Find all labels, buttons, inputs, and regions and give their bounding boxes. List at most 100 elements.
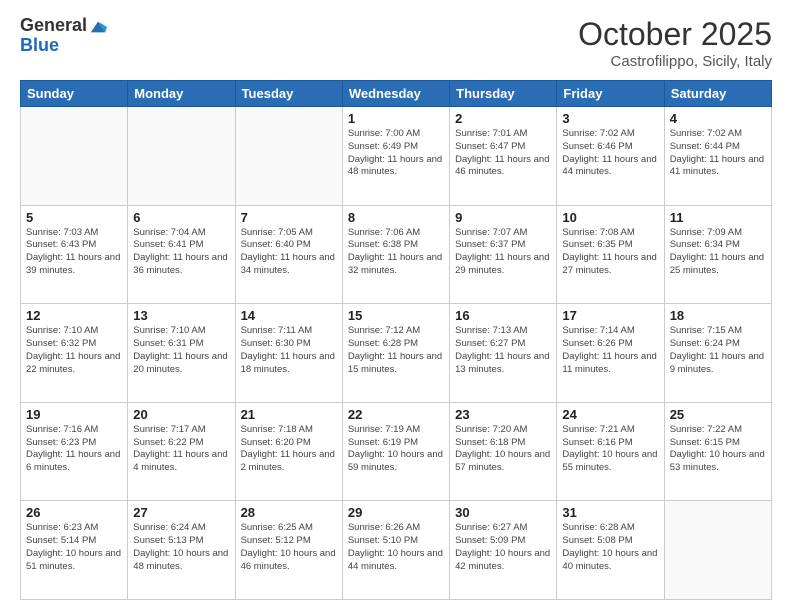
calendar-cell: 21Sunrise: 7:18 AM Sunset: 6:20 PM Dayli… [235, 402, 342, 501]
day-number: 8 [348, 210, 444, 225]
day-info: Sunrise: 7:06 AM Sunset: 6:38 PM Dayligh… [348, 227, 444, 278]
calendar-cell: 4Sunrise: 7:02 AM Sunset: 6:44 PM Daylig… [664, 107, 771, 206]
day-number: 14 [241, 308, 337, 323]
logo-general: General [20, 16, 87, 36]
day-info: Sunrise: 7:10 AM Sunset: 6:32 PM Dayligh… [26, 325, 122, 376]
location: Castrofilippo, Sicily, Italy [578, 53, 772, 70]
day-number: 16 [455, 308, 551, 323]
calendar-cell: 31 Sunrise: 6:28 AM Sunset: 5:08 PM Dayli… [557, 501, 664, 600]
day-number: 22 [348, 407, 444, 422]
calendar-cell: 27Sunrise: 6:24 AM Sunset: 5:13 PM Dayli… [128, 501, 235, 600]
calendar-header-row: SundayMondayTuesdayWednesdayThursdayFrid… [21, 81, 772, 107]
calendar-cell [235, 107, 342, 206]
calendar: SundayMondayTuesdayWednesdayThursdayFrid… [20, 80, 772, 600]
day-info: Sunrise: 6:25 AM Sunset: 5:12 PM Dayligh… [241, 522, 337, 573]
calendar-cell: 1 Sunrise: 7:00 AM Sunset: 6:49 PM Daylig… [342, 107, 449, 206]
calendar-cell: 5Sunrise: 7:03 AM Sunset: 6:43 PM Daylig… [21, 205, 128, 304]
calendar-week-row: 12 Sunrise: 7:10 AM Sunset: 6:32 PM Dayli… [21, 304, 772, 403]
day-info: Sunrise: 7:10 AM Sunset: 6:31 PM Dayligh… [133, 325, 229, 376]
day-number: 4 [670, 111, 766, 126]
day-number: 2 [455, 111, 551, 126]
day-info: Sunrise: 7:12 AM Sunset: 6:28 PM Dayligh… [348, 325, 444, 376]
calendar-cell [21, 107, 128, 206]
calendar-cell: 14 Sunrise: 7:11 AM Sunset: 6:30 PM Dayli… [235, 304, 342, 403]
day-number: 31 [562, 505, 658, 520]
day-number: 24 [562, 407, 658, 422]
day-info: Sunrise: 6:28 AM Sunset: 5:08 PM Dayligh… [562, 522, 658, 573]
day-info: Sunrise: 7:15 AM Sunset: 6:24 PM Dayligh… [670, 325, 766, 376]
day-number: 7 [241, 210, 337, 225]
day-info: Sunrise: 7:14 AM Sunset: 6:26 PM Dayligh… [562, 325, 658, 376]
calendar-week-row: 26 Sunrise: 6:23 AM Sunset: 5:14 PM Dayli… [21, 501, 772, 600]
day-number: 5 [26, 210, 122, 225]
day-number: 28 [241, 505, 337, 520]
day-number: 1 [348, 111, 444, 126]
calendar-cell: 22 Sunrise: 7:19 AM Sunset: 6:19 PM Dayli… [342, 402, 449, 501]
month-title: October 2025 [578, 16, 772, 53]
day-info: Sunrise: 7:04 AM Sunset: 6:41 PM Dayligh… [133, 227, 229, 278]
calendar-cell: 29 Sunrise: 6:26 AM Sunset: 5:10 PM Dayli… [342, 501, 449, 600]
day-number: 20 [133, 407, 229, 422]
header: General Blue October 2025 Castrofilippo,… [20, 16, 772, 70]
day-number: 11 [670, 210, 766, 225]
calendar-header-thursday: Thursday [450, 81, 557, 107]
logo: General Blue [20, 16, 107, 56]
calendar-header-wednesday: Wednesday [342, 81, 449, 107]
day-info: Sunrise: 7:16 AM Sunset: 6:23 PM Dayligh… [26, 424, 122, 475]
day-info: Sunrise: 7:17 AM Sunset: 6:22 PM Dayligh… [133, 424, 229, 475]
day-info: Sunrise: 7:07 AM Sunset: 6:37 PM Dayligh… [455, 227, 551, 278]
calendar-cell: 15 Sunrise: 7:12 AM Sunset: 6:28 PM Dayli… [342, 304, 449, 403]
calendar-cell: 28 Sunrise: 6:25 AM Sunset: 5:12 PM Dayli… [235, 501, 342, 600]
day-number: 12 [26, 308, 122, 323]
calendar-week-row: 19 Sunrise: 7:16 AM Sunset: 6:23 PM Dayli… [21, 402, 772, 501]
calendar-header-sunday: Sunday [21, 81, 128, 107]
calendar-cell: 3Sunrise: 7:02 AM Sunset: 6:46 PM Daylig… [557, 107, 664, 206]
calendar-cell: 24 Sunrise: 7:21 AM Sunset: 6:16 PM Dayli… [557, 402, 664, 501]
calendar-cell: 8 Sunrise: 7:06 AM Sunset: 6:38 PM Daylig… [342, 205, 449, 304]
day-number: 26 [26, 505, 122, 520]
calendar-cell [128, 107, 235, 206]
calendar-body: 1 Sunrise: 7:00 AM Sunset: 6:49 PM Daylig… [21, 107, 772, 600]
calendar-cell: 12 Sunrise: 7:10 AM Sunset: 6:32 PM Dayli… [21, 304, 128, 403]
day-info: Sunrise: 7:00 AM Sunset: 6:49 PM Dayligh… [348, 128, 444, 179]
calendar-cell: 30 Sunrise: 6:27 AM Sunset: 5:09 PM Dayli… [450, 501, 557, 600]
calendar-cell: 10Sunrise: 7:08 AM Sunset: 6:35 PM Dayli… [557, 205, 664, 304]
calendar-header-saturday: Saturday [664, 81, 771, 107]
title-area: October 2025 Castrofilippo, Sicily, Ital… [578, 16, 772, 70]
day-number: 21 [241, 407, 337, 422]
calendar-header-monday: Monday [128, 81, 235, 107]
calendar-cell: 9Sunrise: 7:07 AM Sunset: 6:37 PM Daylig… [450, 205, 557, 304]
calendar-cell: 11 Sunrise: 7:09 AM Sunset: 6:34 PM Dayli… [664, 205, 771, 304]
calendar-week-row: 1 Sunrise: 7:00 AM Sunset: 6:49 PM Daylig… [21, 107, 772, 206]
day-number: 6 [133, 210, 229, 225]
calendar-cell: 2 Sunrise: 7:01 AM Sunset: 6:47 PM Daylig… [450, 107, 557, 206]
calendar-cell: 17Sunrise: 7:14 AM Sunset: 6:26 PM Dayli… [557, 304, 664, 403]
day-number: 13 [133, 308, 229, 323]
day-info: Sunrise: 6:27 AM Sunset: 5:09 PM Dayligh… [455, 522, 551, 573]
day-info: Sunrise: 7:11 AM Sunset: 6:30 PM Dayligh… [241, 325, 337, 376]
day-info: Sunrise: 6:23 AM Sunset: 5:14 PM Dayligh… [26, 522, 122, 573]
day-info: Sunrise: 7:08 AM Sunset: 6:35 PM Dayligh… [562, 227, 658, 278]
calendar-cell: 13 Sunrise: 7:10 AM Sunset: 6:31 PM Dayli… [128, 304, 235, 403]
calendar-header-tuesday: Tuesday [235, 81, 342, 107]
day-number: 29 [348, 505, 444, 520]
calendar-cell: 26 Sunrise: 6:23 AM Sunset: 5:14 PM Dayli… [21, 501, 128, 600]
calendar-cell: 7Sunrise: 7:05 AM Sunset: 6:40 PM Daylig… [235, 205, 342, 304]
day-info: Sunrise: 7:02 AM Sunset: 6:46 PM Dayligh… [562, 128, 658, 179]
day-info: Sunrise: 7:01 AM Sunset: 6:47 PM Dayligh… [455, 128, 551, 179]
day-number: 19 [26, 407, 122, 422]
day-number: 15 [348, 308, 444, 323]
day-info: Sunrise: 7:20 AM Sunset: 6:18 PM Dayligh… [455, 424, 551, 475]
calendar-cell: 16 Sunrise: 7:13 AM Sunset: 6:27 PM Dayli… [450, 304, 557, 403]
calendar-cell: 18Sunrise: 7:15 AM Sunset: 6:24 PM Dayli… [664, 304, 771, 403]
logo-icon [89, 18, 107, 36]
day-info: Sunrise: 7:13 AM Sunset: 6:27 PM Dayligh… [455, 325, 551, 376]
calendar-cell [664, 501, 771, 600]
day-number: 23 [455, 407, 551, 422]
day-info: Sunrise: 6:26 AM Sunset: 5:10 PM Dayligh… [348, 522, 444, 573]
calendar-header-friday: Friday [557, 81, 664, 107]
day-info: Sunrise: 7:21 AM Sunset: 6:16 PM Dayligh… [562, 424, 658, 475]
day-number: 30 [455, 505, 551, 520]
day-info: Sunrise: 7:09 AM Sunset: 6:34 PM Dayligh… [670, 227, 766, 278]
day-info: Sunrise: 7:19 AM Sunset: 6:19 PM Dayligh… [348, 424, 444, 475]
